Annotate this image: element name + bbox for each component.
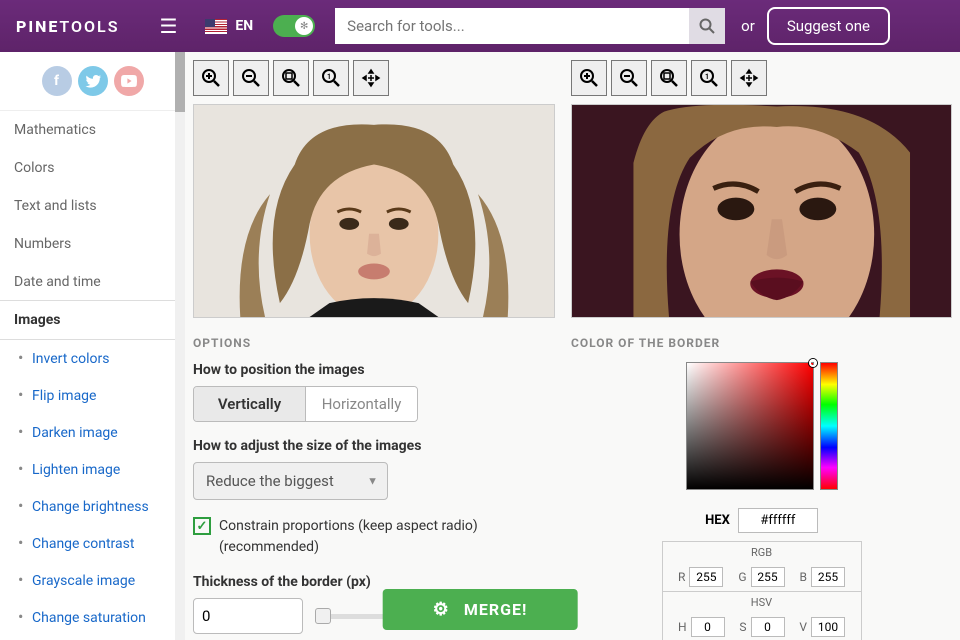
move-button[interactable]: [731, 60, 767, 96]
options-title: OPTIONS: [193, 318, 555, 362]
subitem-saturation[interactable]: Change saturation: [0, 598, 185, 635]
zoom-in-button[interactable]: [571, 60, 607, 96]
zoom-fit-button[interactable]: [273, 60, 309, 96]
logo: PINETOOLS: [16, 17, 119, 36]
search-button[interactable]: [689, 8, 725, 44]
subitem-brightness[interactable]: Change brightness: [0, 487, 185, 524]
horizontally-button[interactable]: Horizontally: [306, 387, 417, 421]
lang-code: EN: [235, 18, 253, 34]
rgb-header: RGB: [663, 541, 861, 563]
social-links: f: [0, 52, 185, 111]
s-input[interactable]: [751, 617, 785, 637]
saturation-box[interactable]: [686, 362, 814, 490]
image-toolbar-right: 1: [571, 52, 952, 104]
hex-input[interactable]: [738, 508, 818, 533]
position-segmented: Vertically Horizontally: [193, 386, 418, 422]
menu-icon[interactable]: ☰: [159, 14, 177, 38]
search-wrap: [335, 8, 725, 44]
zoom-actual-button[interactable]: 1: [691, 60, 727, 96]
hex-label: HEX: [705, 513, 730, 528]
hue-slider[interactable]: [820, 362, 838, 490]
hsv-header: HSV: [663, 591, 861, 613]
subitem-invert[interactable]: Invert colors: [0, 339, 185, 376]
zoom-fit-button[interactable]: [651, 60, 687, 96]
sidebar-item-mathematics[interactable]: Mathematics: [0, 111, 185, 149]
sidebar-item-numbers[interactable]: Numbers: [0, 225, 185, 263]
constrain-label[interactable]: Constrain proportions (keep aspect radio…: [219, 516, 555, 558]
svg-text:1: 1: [327, 73, 331, 81]
language-selector[interactable]: EN: [205, 18, 253, 34]
adjust-select[interactable]: Reduce the biggest: [193, 462, 388, 500]
thickness-label: Thickness of the border (px): [193, 574, 555, 590]
search-icon: [699, 18, 715, 34]
search-input[interactable]: [335, 8, 689, 44]
sidebar-item-date-time[interactable]: Date and time: [0, 263, 185, 301]
zoom-in-button[interactable]: [193, 60, 229, 96]
constrain-checkbox[interactable]: ✓: [193, 517, 211, 535]
g-input[interactable]: [751, 567, 785, 587]
images-submenu: Invert colors Flip image Darken image Li…: [0, 339, 185, 640]
svg-text:1: 1: [705, 73, 709, 81]
sidebar-item-images[interactable]: Images: [0, 301, 185, 339]
youtube-icon[interactable]: [114, 66, 144, 96]
zoom-out-button[interactable]: [233, 60, 269, 96]
suggest-button[interactable]: Suggest one: [767, 7, 890, 45]
gear-icon: ⚙: [433, 599, 450, 620]
zoom-actual-button[interactable]: 1: [313, 60, 349, 96]
subitem-grayscale[interactable]: Grayscale image: [0, 561, 185, 598]
r-input[interactable]: [689, 567, 723, 587]
or-text: or: [741, 17, 755, 35]
flag-icon: [205, 19, 227, 34]
b-input[interactable]: [811, 567, 845, 587]
content-area: 1 OPTIONS: [185, 52, 960, 640]
subitem-vibrance[interactable]: Change vibrance: [0, 635, 185, 640]
subitem-darken[interactable]: Darken image: [0, 413, 185, 450]
sidebar-item-colors[interactable]: Colors: [0, 149, 185, 187]
sidebar-item-text-lists[interactable]: Text and lists: [0, 187, 185, 225]
image-preview-right[interactable]: [571, 104, 952, 318]
subitem-contrast[interactable]: Change contrast: [0, 524, 185, 561]
sidebar-scrollbar[interactable]: [175, 52, 185, 640]
position-label: How to position the images: [193, 362, 555, 378]
h-input[interactable]: [691, 617, 725, 637]
image-preview-left[interactable]: [193, 104, 555, 318]
theme-toggle[interactable]: [273, 15, 315, 37]
border-color-title: COLOR OF THE BORDER: [571, 318, 952, 362]
color-picker: [686, 362, 838, 490]
move-button[interactable]: [353, 60, 389, 96]
vertically-button[interactable]: Vertically: [194, 387, 306, 421]
v-input[interactable]: [811, 617, 845, 637]
twitter-icon[interactable]: [78, 66, 108, 96]
app-header: PINETOOLS ☰ EN or Suggest one: [0, 0, 960, 52]
merge-button[interactable]: ⚙ MERGE!: [383, 589, 578, 630]
adjust-label: How to adjust the size of the images: [193, 438, 555, 454]
subitem-lighten[interactable]: Lighten image: [0, 450, 185, 487]
facebook-icon[interactable]: f: [42, 66, 72, 96]
sidebar: f Mathematics Colors Text and lists Numb…: [0, 52, 185, 640]
subitem-flip[interactable]: Flip image: [0, 376, 185, 413]
thickness-input[interactable]: [193, 598, 303, 634]
color-values-table: RGB R G B HSV H S V HSL: [662, 541, 862, 640]
zoom-out-button[interactable]: [611, 60, 647, 96]
image-toolbar-left: 1: [193, 52, 555, 104]
